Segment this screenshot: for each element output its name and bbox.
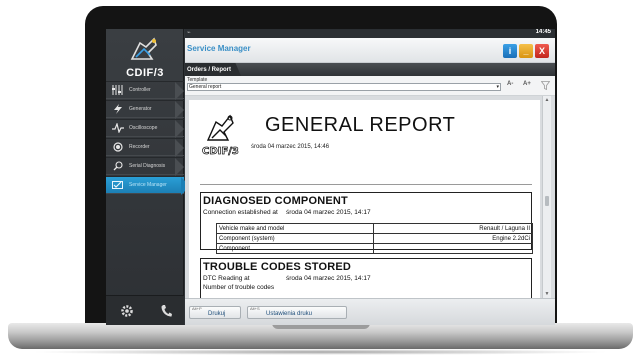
info-icon: i: [508, 46, 512, 56]
oscilloscope-icon: [111, 121, 125, 135]
template-toolbar: Template General report ▾ A- A+: [185, 76, 555, 96]
divider: [200, 184, 532, 185]
close-icon: X: [538, 46, 545, 56]
cdif-logo-icon: [130, 37, 157, 60]
recorder-icon: [111, 140, 125, 154]
report-viewer: CDIF/3 GENERAL REPORT środa 04 marzec 20…: [185, 96, 555, 298]
print-settings-button[interactable]: Alt+S Ustawienia druku: [247, 306, 347, 319]
scroll-down-icon[interactable]: ▼: [544, 291, 550, 297]
system-status-bar: ⌁ 14:45: [185, 29, 555, 38]
sidebar-item-oscilloscope[interactable]: Oscilloscope: [106, 119, 184, 138]
scroll-thumb[interactable]: [545, 196, 549, 206]
sidebar-brand: CDIF/3: [126, 67, 164, 79]
table-cell-label: Vehicle make and model: [216, 223, 374, 234]
table-row: Vehicle make and model Renault / Laguna …: [216, 223, 533, 234]
phone-icon[interactable]: [160, 304, 172, 318]
minimize-icon: _: [523, 46, 529, 56]
breadcrumb[interactable]: Orders / Report: [185, 63, 242, 76]
table-cell-label: Component: [216, 243, 374, 254]
print-settings-hotkey: Alt+S: [250, 306, 260, 311]
cdif-report-logo-icon: CDIF/3: [202, 114, 239, 157]
search-icon: [111, 159, 125, 173]
sidebar-bottom-bar: [106, 295, 184, 325]
vehicle-table: Vehicle make and model Renault / Laguna …: [216, 223, 533, 254]
sidebar: CDIF/3 Controller Generator Oscilloscope: [106, 29, 190, 325]
print-hotkey: Alt+P: [192, 306, 202, 311]
chevron-down-icon: ▾: [496, 84, 499, 90]
filter-icon[interactable]: [541, 81, 550, 90]
settings-icon[interactable]: [119, 303, 135, 319]
clock: 14:45: [535, 29, 551, 35]
report-page: CDIF/3 GENERAL REPORT środa 04 marzec 20…: [189, 100, 540, 298]
chevron-right-icon: [175, 139, 184, 157]
report-date: środa 04 marzec 2015, 14:46: [251, 144, 330, 150]
print-button[interactable]: Alt+P Drukuj: [189, 306, 241, 319]
sidebar-item-label: Serial Diagnosis: [129, 163, 166, 169]
close-button[interactable]: X: [535, 44, 549, 58]
sidebar-item-controller[interactable]: Controller: [106, 81, 184, 100]
generator-icon: [111, 102, 125, 116]
table-row: Component: [216, 243, 533, 254]
trouble-codes-count-line: Number of trouble codes: [203, 284, 274, 291]
connection-value: środa 04 marzec 2015, 14:17: [286, 209, 371, 216]
dtc-reading-line: DTC Reading at środa 04 marzec 2015, 14:…: [203, 275, 371, 282]
table-cell-value: Renault / Laguna II: [373, 223, 533, 234]
window-title: Service Manager: [187, 44, 251, 53]
connection-label: Connection established at: [203, 209, 278, 216]
report-title: GENERAL REPORT: [265, 114, 456, 136]
dtc-reading-label: DTC Reading at: [203, 275, 250, 282]
section-heading: TROUBLE CODES STORED: [203, 261, 352, 273]
table-row: Component (system) Engine 2.2dCi: [216, 233, 533, 244]
print-label: Drukuj: [208, 311, 226, 317]
sidebar-item-label: Recorder: [129, 144, 150, 150]
breadcrumb-bar: Orders / Report: [185, 63, 555, 76]
controller-icon: [111, 83, 125, 97]
info-button[interactable]: i: [503, 44, 517, 58]
sidebar-item-serial-diagnosis[interactable]: Serial Diagnosis: [106, 157, 184, 176]
diagnosed-component-section: DIAGNOSED COMPONENT Connection establish…: [200, 192, 533, 254]
sidebar-item-label: Generator: [129, 106, 152, 112]
chevron-right-icon: [175, 101, 184, 119]
report-scrollbar[interactable]: ▲ ▼: [542, 96, 551, 298]
font-increase-button[interactable]: A+: [523, 81, 531, 87]
section-heading: DIAGNOSED COMPONENT: [203, 195, 348, 207]
font-decrease-button[interactable]: A-: [507, 81, 513, 87]
sidebar-item-service-manager[interactable]: Service Manager: [106, 176, 190, 195]
usb-icon: ⌁: [187, 30, 191, 36]
dtc-reading-value: środa 04 marzec 2015, 14:17: [286, 275, 371, 282]
print-settings-label: Ustawienia druku: [266, 311, 313, 317]
scroll-up-icon[interactable]: ▲: [544, 97, 550, 103]
trouble-codes-section: TROUBLE CODES STORED DTC Reading at środ…: [200, 258, 532, 298]
report-logo-text: CDIF/3: [202, 146, 239, 157]
table-cell-value: Engine 2.2dCi: [373, 233, 533, 244]
service-manager-window: ⌁ 14:45 Service Manager i _ X Orders / R…: [185, 29, 555, 325]
laptop-screen: CDIF/3 Controller Generator Oscilloscope: [106, 29, 555, 325]
sidebar-item-generator[interactable]: Generator: [106, 100, 184, 119]
trouble-codes-count-label: Number of trouble codes: [203, 284, 275, 291]
sidebar-item-label: Service Manager: [129, 182, 167, 188]
table-cell-label: Component (system): [216, 233, 374, 244]
chevron-right-icon: [175, 158, 184, 176]
connection-line: Connection established at środa 04 marze…: [203, 209, 371, 216]
minimize-button[interactable]: _: [519, 44, 533, 58]
service-manager-icon: [111, 178, 125, 192]
window-titlebar: Service Manager i _ X: [185, 38, 555, 63]
template-selected-value: General report: [189, 84, 222, 90]
template-select[interactable]: General report ▾: [187, 83, 501, 91]
sidebar-item-recorder[interactable]: Recorder: [106, 138, 184, 157]
sidebar-item-label: Controller: [129, 87, 151, 93]
laptop-shadow: [30, 349, 611, 355]
sidebar-item-label: Oscilloscope: [129, 125, 158, 131]
chevron-right-icon: [175, 82, 184, 100]
chevron-right-icon: [175, 120, 184, 138]
bottom-action-bar: Alt+P Drukuj Alt+S Ustawienia druku: [185, 298, 555, 325]
table-cell-value: [373, 243, 533, 254]
